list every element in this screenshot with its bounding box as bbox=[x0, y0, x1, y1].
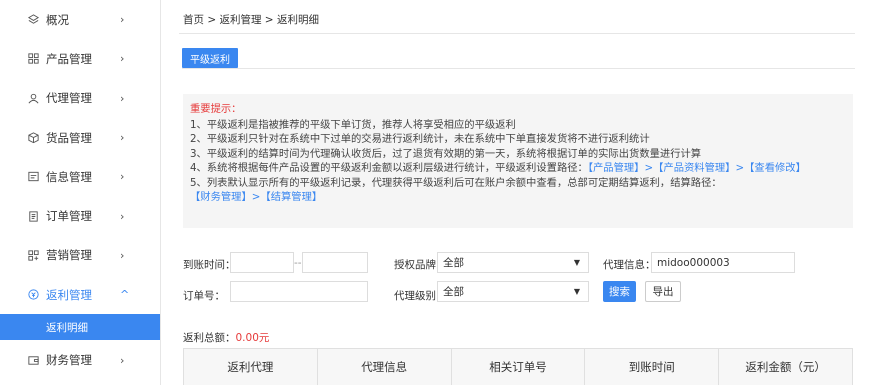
agent-info-input[interactable]: midoo000003 bbox=[651, 252, 795, 273]
image-icon bbox=[26, 170, 40, 184]
wallet-icon bbox=[26, 353, 40, 367]
rebate-total-amount: 0.00元 bbox=[235, 332, 270, 344]
notice-line: 5、列表默认显示所有的平级返利记录，代理获得平级返利后可在账户余额中查看，总部可… bbox=[190, 176, 846, 205]
chevron-right-icon: › bbox=[120, 131, 125, 145]
level-select[interactable]: 全部 ▼ bbox=[437, 281, 589, 302]
end-date-input[interactable] bbox=[302, 252, 368, 273]
column-header[interactable]: 到账时间 bbox=[585, 349, 720, 385]
divider bbox=[179, 33, 855, 34]
date-separator: -- bbox=[294, 257, 302, 269]
sidebar-item-label: 财务管理 bbox=[46, 353, 92, 368]
brand-select[interactable]: 全部 ▼ bbox=[437, 252, 589, 273]
path-link[interactable]: 【财务管理】>【结算管理】 bbox=[190, 191, 322, 203]
coin-icon bbox=[26, 288, 40, 302]
sidebar-item-products[interactable]: 产品管理 › bbox=[0, 39, 160, 78]
notice-text: 4、系统将根据每件产品设置的平级返利金额以返利层级进行统计，平级返利设置路径： bbox=[190, 162, 588, 174]
order-number-input[interactable] bbox=[230, 281, 368, 302]
agent-info-label: 代理信息： bbox=[603, 259, 656, 271]
caret-down-icon: ▼ bbox=[573, 258, 580, 267]
chevron-right-icon: › bbox=[120, 170, 125, 184]
user-icon bbox=[26, 91, 40, 105]
divider bbox=[182, 68, 855, 69]
chevron-right-icon: › bbox=[120, 209, 125, 223]
rebate-table: 返利代理 代理信息 相关订单号 到账时间 返利金额（元） bbox=[183, 348, 853, 385]
sidebar-item-label: 营销管理 bbox=[46, 248, 92, 263]
sidebar-item-overview[interactable]: 概况 › bbox=[0, 0, 160, 39]
agent-info-value: midoo000003 bbox=[657, 256, 730, 269]
sidebar: 概况 › 产品管理 › 代理管理 › 货品管理 › 信息管理 › 订单管理 › bbox=[0, 0, 161, 385]
column-header[interactable]: 代理信息 bbox=[318, 349, 452, 385]
column-header[interactable]: 相关订单号 bbox=[452, 349, 586, 385]
time-label: 到账时间： bbox=[183, 259, 236, 271]
start-date-input[interactable] bbox=[230, 252, 294, 273]
notice-text: 5、列表默认显示所有的平级返利记录，代理获得平级返利后可在账户余额中查看，总部可… bbox=[190, 176, 722, 189]
apps-icon bbox=[26, 248, 40, 262]
breadcrumb: 首页 > 返利管理 > 返利明细 bbox=[183, 14, 319, 26]
notice-line: 3、平级返利的结算时间为代理确认收货后，过了退货有效期的第一天，系统将根据订单的… bbox=[190, 147, 702, 160]
search-button[interactable]: 搜索 bbox=[603, 281, 636, 302]
column-header[interactable]: 返利代理 bbox=[184, 349, 318, 385]
export-button[interactable]: 导出 bbox=[645, 281, 681, 302]
column-header[interactable]: 返利金额（元） bbox=[719, 349, 852, 385]
sidebar-item-orders[interactable]: 订单管理 › bbox=[0, 196, 160, 235]
chevron-right-icon: › bbox=[120, 52, 125, 66]
sidebar-item-agents[interactable]: 代理管理 › bbox=[0, 79, 160, 118]
sidebar-item-marketing[interactable]: 营销管理 › bbox=[0, 236, 160, 275]
sidebar-item-rebates[interactable]: 返利管理 ^ bbox=[0, 275, 160, 314]
notice-line: 1、平级返利是指被推荐的平级下单订货，推荐人将享受相应的平级返利 bbox=[190, 118, 516, 131]
document-icon bbox=[26, 209, 40, 223]
sidebar-item-label: 产品管理 bbox=[46, 51, 92, 66]
rebate-total-label: 返利总额： bbox=[183, 332, 236, 344]
chevron-right-icon: › bbox=[120, 248, 125, 262]
notice-line: 4、系统将根据每件产品设置的平级返利金额以返利层级进行统计，平级返利设置路径：【… bbox=[190, 161, 846, 176]
caret-down-icon: ▼ bbox=[573, 287, 580, 296]
sidebar-item-label: 代理管理 bbox=[46, 91, 92, 106]
sidebar-item-goods[interactable]: 货品管理 › bbox=[0, 118, 160, 157]
sidebar-subitem-rebate-details[interactable]: 返利明细 bbox=[0, 314, 160, 341]
brand-select-value: 全部 bbox=[443, 257, 464, 269]
chevron-right-icon: › bbox=[120, 91, 125, 105]
sidebar-item-info[interactable]: 信息管理 › bbox=[0, 157, 160, 196]
sidebar-item-label: 订单管理 bbox=[46, 209, 92, 224]
sidebar-item-label: 返利管理 bbox=[46, 287, 92, 302]
chevron-right-icon: › bbox=[120, 13, 125, 27]
path-link[interactable]: 【产品管理】>【产品资料管理】>【查看修改】 bbox=[588, 162, 806, 174]
notice-box: 重要提示： 1、平级返利是指被推荐的平级下单订货，推荐人将享受相应的平级返利 2… bbox=[183, 94, 853, 228]
notice-title: 重要提示： bbox=[190, 103, 242, 115]
notice-line: 2、平级返利只针对在系统中下过单的交易进行返利统计，未在系统中下单直接发货将不进… bbox=[190, 133, 650, 145]
sidebar-item-label: 概况 bbox=[46, 12, 69, 27]
grid-icon bbox=[26, 52, 40, 66]
tab-peer-rebate[interactable]: 平级返利 bbox=[182, 48, 238, 68]
sidebar-item-label: 信息管理 bbox=[46, 169, 92, 184]
sidebar-item-finance[interactable]: 财务管理 › bbox=[0, 340, 160, 379]
layers-icon bbox=[26, 13, 40, 27]
main-content: 首页 > 返利管理 > 返利明细 平级返利 重要提示： 1、平级返利是指被推荐的… bbox=[161, 0, 879, 385]
order-label: 订单号： bbox=[183, 290, 225, 302]
box-icon bbox=[26, 131, 40, 145]
sidebar-item-label: 货品管理 bbox=[46, 130, 92, 145]
chevron-right-icon: › bbox=[120, 353, 125, 367]
chevron-up-icon: ^ bbox=[120, 288, 130, 302]
level-select-value: 全部 bbox=[443, 286, 464, 298]
rebate-total: 返利总额：0.00元 bbox=[183, 330, 269, 345]
